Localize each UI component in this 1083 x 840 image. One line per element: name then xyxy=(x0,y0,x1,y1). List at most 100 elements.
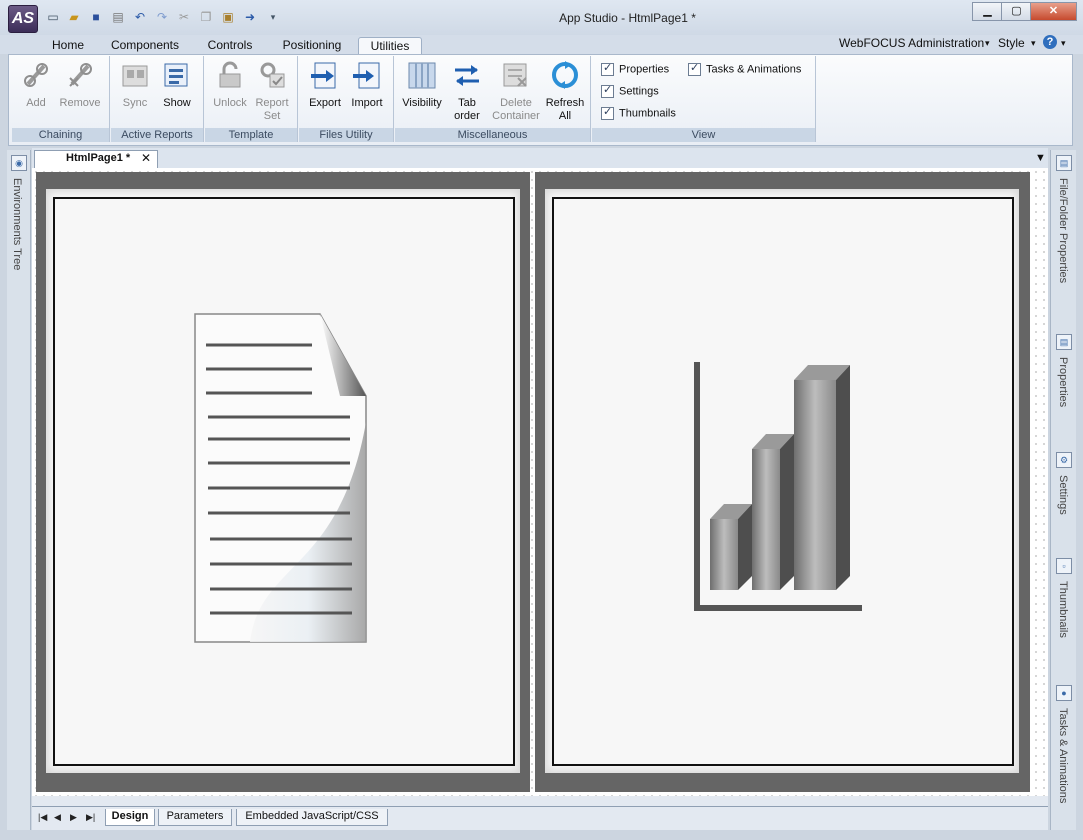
tab-label: Tab xyxy=(458,97,476,109)
delete-container-icon xyxy=(503,63,527,87)
tab-home[interactable]: Home xyxy=(44,37,92,54)
unlock-icon xyxy=(219,61,241,88)
bar-1 xyxy=(710,504,752,590)
tab-embedded-js-css[interactable]: Embedded JavaScript/CSS xyxy=(236,809,388,826)
divider xyxy=(32,806,1048,807)
close-tab-icon[interactable]: ✕ xyxy=(141,151,151,165)
chain-remove-icon xyxy=(69,63,92,87)
file-folder-properties-icon[interactable]: ▤ xyxy=(1056,155,1072,171)
unlock-button[interactable]: Unlock xyxy=(209,60,251,110)
visibility-icon xyxy=(408,62,436,89)
file-folder-properties-tab[interactable]: File/Folder Properties xyxy=(1057,178,1069,283)
group-label-template: Template xyxy=(205,128,297,142)
visibility-label: Visibility xyxy=(402,97,442,109)
previous-page-icon[interactable]: ◀ xyxy=(54,812,61,823)
group-label-active-reports: Active Reports xyxy=(111,128,203,142)
chevron-down-icon[interactable]: ▼ xyxy=(1035,152,1046,164)
export-button[interactable]: Export xyxy=(304,60,346,110)
next-page-icon[interactable]: ▶ xyxy=(70,812,77,823)
set-label: Set xyxy=(263,110,281,122)
tasks-animations-checkbox[interactable]: Tasks & Animations xyxy=(688,61,802,76)
properties-icon[interactable]: ▤ xyxy=(1056,334,1072,350)
add-label: Add xyxy=(26,97,46,109)
tab-design[interactable]: Design xyxy=(105,809,155,826)
checkbox-icon xyxy=(601,83,614,98)
settings-icon[interactable]: ⚙ xyxy=(1056,452,1072,468)
sync-icon xyxy=(122,65,148,87)
checkbox-icon xyxy=(688,61,701,76)
visibility-button[interactable]: Visibility xyxy=(398,60,446,110)
sync-button[interactable]: Sync xyxy=(114,60,156,110)
tasks-animations-check-label: Tasks & Animations xyxy=(706,63,802,76)
chevron-down-icon[interactable]: ▾ xyxy=(1061,38,1066,49)
maximize-button[interactable]: ▢ xyxy=(1001,2,1032,21)
close-button[interactable]: ✕ xyxy=(1030,2,1077,21)
remove-button[interactable]: Remove xyxy=(58,60,102,110)
chain-add-icon xyxy=(24,63,48,87)
thumbnails-checkbox[interactable]: Thumbnails xyxy=(601,105,676,120)
properties-checkbox[interactable]: Properties xyxy=(601,61,670,76)
sync-label: Sync xyxy=(122,97,148,109)
group-label-files-utility: Files Utility xyxy=(299,128,393,142)
thumbnails-icon[interactable]: ▫ xyxy=(1056,558,1072,574)
container-label: Container xyxy=(492,110,540,122)
properties-tab[interactable]: Properties xyxy=(1057,357,1069,407)
show-button[interactable]: Show xyxy=(156,60,198,110)
settings-check-label: Settings xyxy=(619,85,659,98)
window-title: App Studio - HtmlPage1 * xyxy=(559,11,696,25)
import-icon xyxy=(353,62,380,89)
webfocus-admin-menu[interactable]: WebFOCUS Administration xyxy=(839,36,984,50)
chevron-down-icon[interactable]: ▾ xyxy=(985,38,990,49)
tab-positioning[interactable]: Positioning xyxy=(274,37,350,54)
group-label-miscellaneous: Miscellaneous xyxy=(395,128,590,142)
import-button[interactable]: Import xyxy=(346,60,388,110)
import-label: Import xyxy=(351,97,383,109)
minimize-button[interactable]: ▁ xyxy=(972,2,1003,21)
report-set-button[interactable]: Report Set xyxy=(251,60,293,123)
tab-utilities[interactable]: Utilities xyxy=(358,37,422,55)
tasks-animations-tab[interactable]: Tasks & Animations xyxy=(1057,708,1069,803)
refresh-icon xyxy=(552,61,578,89)
group-label-chaining: Chaining xyxy=(12,128,109,142)
export-label: Export xyxy=(309,97,341,109)
all-label: All xyxy=(558,110,572,122)
document-icon xyxy=(194,313,367,643)
first-page-icon[interactable]: |◀ xyxy=(38,812,47,823)
unlock-label: Unlock xyxy=(213,97,247,109)
document-tab-label[interactable]: HtmlPage1 * xyxy=(66,152,130,164)
document-tab-bar xyxy=(32,148,1048,169)
report-label: Report xyxy=(255,97,289,109)
thumbnails-tab[interactable]: Thumbnails xyxy=(1057,581,1069,638)
tab-order-button[interactable]: Tab order xyxy=(448,60,486,123)
bar-2 xyxy=(752,434,794,590)
settings-checkbox[interactable]: Settings xyxy=(601,83,659,98)
show-report-icon xyxy=(164,63,188,87)
add-button[interactable]: Add xyxy=(16,60,56,110)
tab-parameters[interactable]: Parameters xyxy=(158,809,232,826)
tab-order-icon xyxy=(455,65,479,86)
show-label: Show xyxy=(163,97,191,109)
settings-tab[interactable]: Settings xyxy=(1057,475,1069,515)
tab-components[interactable]: Components xyxy=(104,37,186,54)
style-menu[interactable]: Style xyxy=(998,36,1025,50)
delete-container-button[interactable]: Delete Container xyxy=(488,60,544,123)
checkbox-icon xyxy=(601,61,614,76)
bar-3 xyxy=(794,365,850,590)
last-page-icon[interactable]: ▶| xyxy=(86,812,95,823)
environments-tree-label[interactable]: Environments Tree xyxy=(11,178,23,270)
tasks-animations-icon[interactable]: ● xyxy=(1056,685,1072,701)
order-label: order xyxy=(454,110,480,122)
refresh-all-button[interactable]: Refresh All xyxy=(542,60,588,123)
bar-chart-icon xyxy=(694,362,862,611)
environments-tree-icon[interactable]: ◉ xyxy=(11,155,27,171)
delete-label: Delete xyxy=(500,97,532,109)
report-set-icon xyxy=(260,62,285,88)
tab-controls[interactable]: Controls xyxy=(200,37,260,54)
chevron-down-icon[interactable]: ▾ xyxy=(1031,38,1036,49)
thumbnails-check-label: Thumbnails xyxy=(619,107,676,120)
properties-check-label: Properties xyxy=(619,63,670,76)
checkbox-icon xyxy=(601,105,614,120)
help-icon[interactable]: ? xyxy=(1043,35,1057,49)
remove-label: Remove xyxy=(59,97,101,109)
export-icon xyxy=(311,62,336,89)
